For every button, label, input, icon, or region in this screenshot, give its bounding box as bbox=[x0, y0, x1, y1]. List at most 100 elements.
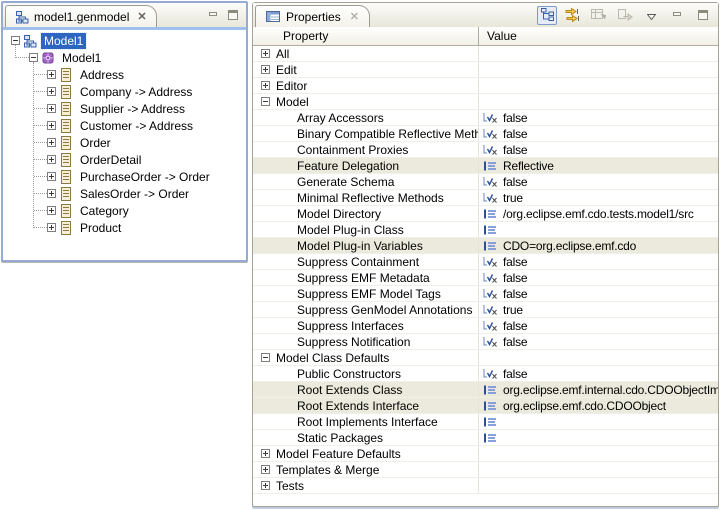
property-row[interactable]: Public Constructorsfalse bbox=[253, 366, 718, 382]
collapse-toggle[interactable] bbox=[261, 353, 270, 362]
category-row[interactable]: All bbox=[253, 46, 718, 62]
property-value-cell[interactable] bbox=[479, 78, 718, 93]
collapse-toggle[interactable] bbox=[261, 97, 270, 106]
category-row[interactable]: Edit bbox=[253, 62, 718, 78]
property-row[interactable]: Feature DelegationReflective bbox=[253, 158, 718, 174]
property-value-cell[interactable]: false bbox=[479, 334, 718, 349]
property-row[interactable]: Suppress EMF Metadatafalse bbox=[253, 270, 718, 286]
table-edit-button[interactable] bbox=[589, 6, 609, 25]
property-row[interactable]: Suppress EMF Model Tagsfalse bbox=[253, 286, 718, 302]
column-header-property[interactable]: Property bbox=[253, 27, 479, 45]
property-value-cell[interactable] bbox=[479, 446, 718, 461]
property-row[interactable]: Root Extends Classorg.eclipse.emf.intern… bbox=[253, 382, 718, 398]
property-row[interactable]: Model Plug-in VariablesCDO=org.eclipse.e… bbox=[253, 238, 718, 254]
property-value-cell[interactable]: org.eclipse.emf.cdo.CDOObject bbox=[479, 398, 718, 413]
expand-toggle[interactable] bbox=[261, 449, 270, 458]
tree-item[interactable]: Customer -> Address bbox=[3, 117, 246, 134]
collapse-toggle[interactable] bbox=[11, 36, 20, 45]
editor-tab-model1-genmodel[interactable]: model1.genmodel ✕ bbox=[5, 5, 157, 27]
close-icon[interactable]: ✕ bbox=[137, 10, 146, 23]
property-row[interactable]: Binary Compatible Reflective Methodsfals… bbox=[253, 126, 718, 142]
category-row[interactable]: Model Class Defaults bbox=[253, 350, 718, 366]
property-value-cell[interactable] bbox=[479, 430, 718, 445]
collapse-toggle[interactable] bbox=[29, 53, 38, 62]
property-value-cell[interactable]: false bbox=[479, 142, 718, 157]
property-value-cell[interactable] bbox=[479, 462, 718, 477]
tree-item[interactable]: Supplier -> Address bbox=[3, 100, 246, 117]
tree-item[interactable]: Model1 bbox=[3, 49, 246, 66]
expand-toggle[interactable] bbox=[47, 104, 56, 113]
tree-item[interactable]: Model1 bbox=[3, 32, 246, 49]
minimize-button[interactable] bbox=[667, 6, 687, 25]
property-value-cell[interactable]: CDO=org.eclipse.emf.cdo bbox=[479, 238, 718, 253]
property-row[interactable]: Root Extends Interfaceorg.eclipse.emf.cd… bbox=[253, 398, 718, 414]
category-row[interactable]: Model Feature Defaults bbox=[253, 446, 718, 462]
property-row[interactable]: Suppress GenModel Annotationstrue bbox=[253, 302, 718, 318]
property-row[interactable]: Minimal Reflective Methodstrue bbox=[253, 190, 718, 206]
property-row[interactable]: Root Implements Interface bbox=[253, 414, 718, 430]
expand-toggle[interactable] bbox=[261, 81, 270, 90]
expand-toggle[interactable] bbox=[47, 189, 56, 198]
property-value-cell[interactable]: false bbox=[479, 110, 718, 125]
expand-toggle[interactable] bbox=[47, 70, 56, 79]
view-menu-button[interactable] bbox=[641, 6, 661, 25]
property-value-cell[interactable] bbox=[479, 414, 718, 429]
expand-toggle[interactable] bbox=[261, 481, 270, 490]
property-value-cell[interactable]: false bbox=[479, 174, 718, 189]
show-advanced-properties-button[interactable] bbox=[563, 6, 583, 25]
property-value-cell[interactable]: org.eclipse.emf.internal.cdo.CDOObjectIm… bbox=[479, 382, 718, 397]
expand-toggle[interactable] bbox=[47, 87, 56, 96]
show-categories-button[interactable] bbox=[537, 6, 557, 25]
property-value-cell[interactable] bbox=[479, 62, 718, 77]
expand-toggle[interactable] bbox=[47, 206, 56, 215]
restore-default-value-button[interactable] bbox=[615, 6, 635, 25]
property-value-cell[interactable]: false bbox=[479, 270, 718, 285]
tree-item[interactable]: Company -> Address bbox=[3, 83, 246, 100]
property-value-cell[interactable] bbox=[479, 94, 718, 109]
expand-toggle[interactable] bbox=[261, 49, 270, 58]
property-row[interactable]: Generate Schemafalse bbox=[253, 174, 718, 190]
property-value-cell[interactable]: false bbox=[479, 366, 718, 381]
property-value-cell[interactable] bbox=[479, 222, 718, 237]
tree-item[interactable]: Address bbox=[3, 66, 246, 83]
maximize-button[interactable] bbox=[228, 9, 239, 23]
property-value-cell[interactable] bbox=[479, 46, 718, 61]
tree-item[interactable]: Product bbox=[3, 219, 246, 236]
property-row[interactable]: Model Directory/org.eclipse.emf.cdo.test… bbox=[253, 206, 718, 222]
tree-item[interactable]: OrderDetail bbox=[3, 151, 246, 168]
property-row[interactable]: Model Plug-in Class bbox=[253, 222, 718, 238]
tree-item[interactable]: Category bbox=[3, 202, 246, 219]
property-value-cell[interactable] bbox=[479, 350, 718, 365]
property-value-cell[interactable]: true bbox=[479, 190, 718, 205]
property-row[interactable]: Suppress Containmentfalse bbox=[253, 254, 718, 270]
category-row[interactable]: Editor bbox=[253, 78, 718, 94]
tree-item[interactable]: SalesOrder -> Order bbox=[3, 185, 246, 202]
expand-toggle[interactable] bbox=[261, 465, 270, 474]
expand-toggle[interactable] bbox=[47, 155, 56, 164]
view-tab-properties[interactable]: Properties ✕ bbox=[255, 5, 370, 27]
expand-toggle[interactable] bbox=[47, 172, 56, 181]
category-row[interactable]: Model bbox=[253, 94, 718, 110]
category-row[interactable]: Tests bbox=[253, 478, 718, 494]
close-icon[interactable]: ✕ bbox=[350, 10, 359, 23]
property-value-cell[interactable]: Reflective bbox=[479, 158, 718, 173]
expand-toggle[interactable] bbox=[47, 223, 56, 232]
property-value-cell[interactable] bbox=[479, 478, 718, 493]
property-row[interactable]: Suppress Interfacesfalse bbox=[253, 318, 718, 334]
property-row[interactable]: Array Accessorsfalse bbox=[253, 110, 718, 126]
minimize-button[interactable] bbox=[208, 9, 219, 23]
property-row[interactable]: Static Packages bbox=[253, 430, 718, 446]
property-value-cell[interactable]: false bbox=[479, 126, 718, 141]
expand-toggle[interactable] bbox=[47, 121, 56, 130]
property-value-cell[interactable]: /org.eclipse.emf.cdo.tests.model1/src bbox=[479, 206, 718, 221]
expand-toggle[interactable] bbox=[47, 138, 56, 147]
expand-toggle[interactable] bbox=[261, 65, 270, 74]
property-row[interactable]: Containment Proxiesfalse bbox=[253, 142, 718, 158]
column-header-value[interactable]: Value bbox=[479, 27, 718, 45]
property-row[interactable]: Suppress Notificationfalse bbox=[253, 334, 718, 350]
property-value-cell[interactable]: false bbox=[479, 318, 718, 333]
tree-item[interactable]: PurchaseOrder -> Order bbox=[3, 168, 246, 185]
property-value-cell[interactable]: true bbox=[479, 302, 718, 317]
property-value-cell[interactable]: false bbox=[479, 286, 718, 301]
property-value-cell[interactable]: false bbox=[479, 254, 718, 269]
